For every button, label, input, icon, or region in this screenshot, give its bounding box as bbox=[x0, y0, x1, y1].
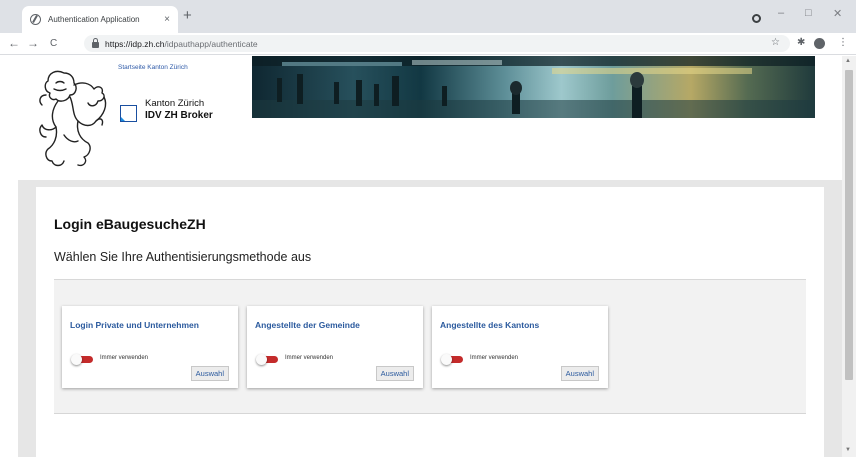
auth-card-gemeinde[interactable]: Angestellte der Gemeinde Immer verwenden… bbox=[247, 306, 423, 388]
broker-name: IDV ZH Broker bbox=[145, 110, 213, 121]
maximize-icon[interactable]: □ bbox=[805, 7, 812, 19]
auth-card-title: Angestellte der Gemeinde bbox=[255, 320, 360, 330]
auth-card-kanton[interactable]: Angestellte des Kantons Immer verwenden … bbox=[432, 306, 608, 388]
address-bar[interactable]: https://idp.zh.ch/idpauthapp/authenticat… bbox=[84, 35, 790, 52]
site-header: Startseite Kanton Zürich Kanton Zürich I… bbox=[18, 56, 842, 180]
zh-logo-icon bbox=[120, 105, 137, 122]
toggle-knob bbox=[441, 354, 452, 365]
bookmark-star-icon[interactable]: ☆ bbox=[771, 37, 780, 49]
browser-tabbar: Authentication Application × + – □ ✕ bbox=[0, 0, 856, 33]
auth-card-private[interactable]: Login Private und Unternehmen Immer verw… bbox=[62, 306, 238, 388]
lion-icon bbox=[39, 70, 107, 167]
auth-card-title: Angestellte des Kantons bbox=[440, 320, 540, 330]
url-host: https://idp.zh.ch bbox=[105, 38, 165, 49]
select-button[interactable]: Auswahl bbox=[190, 366, 229, 381]
always-use-toggle[interactable] bbox=[441, 354, 463, 365]
page-title: Login eBaugesucheZH bbox=[54, 216, 206, 232]
extensions-icon[interactable]: ✱ bbox=[797, 37, 805, 49]
profile-icon[interactable] bbox=[814, 38, 825, 49]
toggle-knob bbox=[71, 354, 82, 365]
always-use-label: Immer verwenden bbox=[100, 355, 149, 361]
browser-toolbar: ← → C https://idp.zh.ch/idpauthapp/authe… bbox=[0, 33, 856, 55]
scroll-up-icon[interactable]: ▲ bbox=[845, 58, 851, 64]
scrollbar-thumb[interactable] bbox=[845, 70, 853, 380]
startseite-link[interactable]: Startseite Kanton Zürich bbox=[118, 64, 188, 71]
back-icon[interactable]: ← bbox=[8, 36, 20, 50]
canton-name: Kanton Zürich bbox=[145, 98, 205, 109]
new-tab-icon[interactable]: + bbox=[183, 8, 192, 23]
reload-icon[interactable]: C bbox=[50, 37, 57, 51]
minimize-icon[interactable]: – bbox=[778, 7, 784, 19]
globe-icon bbox=[30, 14, 41, 25]
always-use-label: Immer verwenden bbox=[470, 355, 519, 361]
auth-card-title: Login Private und Unternehmen bbox=[70, 320, 199, 330]
select-button[interactable]: Auswahl bbox=[375, 366, 414, 381]
page: Startseite Kanton Zürich Kanton Zürich I… bbox=[18, 56, 842, 457]
login-content: Login eBaugesucheZH Wählen Sie Ihre Auth… bbox=[36, 187, 824, 457]
always-use-toggle[interactable] bbox=[71, 354, 93, 365]
close-window-icon[interactable]: ✕ bbox=[833, 7, 842, 20]
always-use-label: Immer verwenden bbox=[285, 355, 334, 361]
banner-scene bbox=[252, 56, 815, 118]
scroll-down-icon[interactable]: ▼ bbox=[845, 447, 851, 453]
select-button[interactable]: Auswahl bbox=[560, 366, 599, 381]
tab-title: Authentication Application bbox=[48, 15, 140, 24]
media-icon[interactable] bbox=[752, 14, 761, 23]
toggle-knob bbox=[256, 354, 267, 365]
page-subtitle: Wählen Sie Ihre Authentisierungsmethode … bbox=[54, 250, 312, 264]
lock-icon bbox=[92, 38, 99, 48]
header-banner-image bbox=[252, 56, 815, 118]
always-use-toggle[interactable] bbox=[256, 354, 278, 365]
url-path: /idpauthapp/authenticate bbox=[164, 38, 258, 49]
auth-methods-panel: Login Private und Unternehmen Immer verw… bbox=[54, 280, 806, 414]
forward-icon[interactable]: → bbox=[27, 36, 39, 50]
url-text: https://idp.zh.ch/idpauthapp/authenticat… bbox=[105, 39, 258, 49]
browser-tab[interactable]: Authentication Application × bbox=[22, 6, 178, 33]
tab-close-icon[interactable]: × bbox=[164, 14, 170, 25]
browser-menu-icon[interactable]: ⋮ bbox=[838, 37, 848, 49]
